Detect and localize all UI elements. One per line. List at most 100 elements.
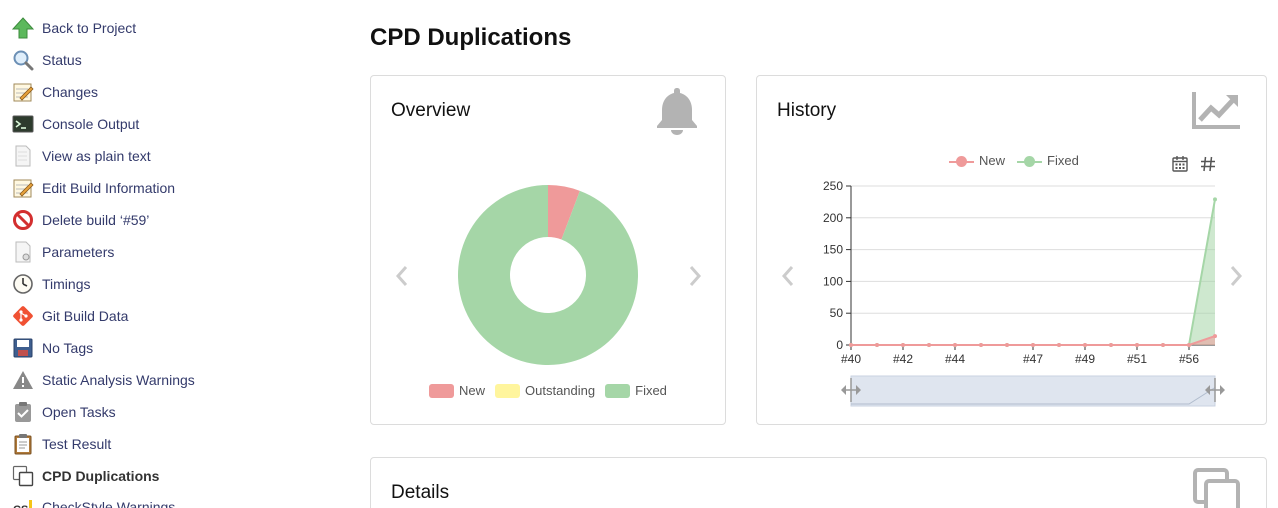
y-tick-label: 150 — [823, 243, 843, 257]
document-icon — [11, 240, 35, 264]
clipboard-icon — [11, 432, 35, 456]
sidebar-item-label: Console Output — [42, 116, 140, 132]
sidebar-item-no-tags[interactable]: No Tags — [11, 334, 93, 362]
sidebar-item-delete-build[interactable]: Delete build ‘#59’ — [11, 206, 149, 234]
sidebar-item-label: CPD Duplications — [42, 468, 160, 484]
data-point-new[interactable] — [1031, 343, 1035, 347]
sidebar: Back to Project Status Changes Console O… — [0, 0, 250, 508]
legend-item-new[interactable]: New — [429, 383, 485, 398]
x-tick-label: #40 — [841, 352, 861, 366]
legend-marker — [1017, 155, 1043, 167]
chevron-right-icon — [689, 266, 702, 286]
sidebar-item-checkstyle-warnings[interactable]: CS CheckStyle Warnings — [11, 493, 175, 508]
data-point-new[interactable] — [1187, 343, 1191, 347]
sidebar-item-label: View as plain text — [42, 148, 151, 164]
legend-item-fixed[interactable]: Fixed — [1017, 153, 1079, 168]
data-point-new[interactable] — [1083, 343, 1087, 347]
legend-label: New — [459, 383, 486, 398]
sidebar-item-label: Open Tasks — [42, 404, 116, 420]
no-entry-icon — [11, 208, 35, 232]
bell-icon — [654, 86, 700, 141]
data-point-new[interactable] — [875, 343, 879, 347]
overview-prev-arrow[interactable] — [392, 262, 412, 290]
up-arrow-icon — [11, 16, 35, 40]
git-icon — [11, 304, 35, 328]
sidebar-item-label: Edit Build Information — [42, 180, 176, 196]
sidebar-item-back-to-project[interactable]: Back to Project — [11, 14, 136, 42]
data-point-new[interactable] — [1161, 343, 1165, 347]
sidebar-item-label: Test Result — [42, 436, 112, 452]
x-tick-label: #56 — [1179, 352, 1199, 366]
save-icon — [11, 336, 35, 360]
overview-legend: New Outstanding Fixed — [429, 383, 677, 398]
sidebar-item-view-as-plain-text[interactable]: View as plain text — [11, 142, 151, 170]
data-point-new[interactable] — [1213, 334, 1217, 339]
sidebar-item-open-tasks[interactable]: Open Tasks — [11, 398, 116, 426]
warning-icon — [11, 368, 35, 392]
history-legend: New Fixed — [949, 153, 1091, 168]
sidebar-item-label: Parameters — [42, 244, 115, 260]
series-area-fixed — [851, 199, 1215, 345]
x-tick-label: #44 — [945, 352, 965, 366]
legend-item-outstanding[interactable]: Outstanding — [495, 383, 595, 398]
sidebar-item-label: No Tags — [42, 340, 94, 356]
data-point-new[interactable] — [979, 343, 983, 347]
page-title: CPD Duplications — [370, 24, 572, 51]
chevron-left-icon — [395, 266, 408, 286]
copy-icon — [1192, 467, 1242, 508]
legend-swatch — [429, 383, 454, 398]
sidebar-item-test-result[interactable]: Test Result — [11, 430, 111, 458]
donut-slice-fixed[interactable] — [458, 185, 638, 365]
document-icon — [11, 144, 35, 168]
legend-label: Fixed — [1047, 153, 1079, 168]
sidebar-item-label: Static Analysis Warnings — [42, 372, 195, 388]
legend-item-fixed[interactable]: Fixed — [605, 383, 667, 398]
data-point-new[interactable] — [1109, 343, 1113, 347]
x-tick-label: #42 — [893, 352, 913, 366]
x-tick-label: #47 — [1023, 352, 1043, 366]
sidebar-item-parameters[interactable]: Parameters — [11, 238, 114, 266]
notepad-icon — [11, 176, 35, 200]
sidebar-item-cpd-duplications[interactable]: CPD Duplications — [11, 462, 159, 490]
sidebar-item-label: Git Build Data — [42, 308, 129, 324]
details-card: Details — [370, 457, 1267, 508]
copy-icon — [11, 464, 35, 488]
legend-item-new[interactable]: New — [949, 153, 1005, 168]
sidebar-item-console-output[interactable]: Console Output — [11, 110, 139, 138]
sidebar-item-status[interactable]: Status — [11, 46, 82, 74]
checkstyle-icon: CS — [11, 495, 35, 508]
data-point-new[interactable] — [1057, 343, 1061, 347]
legend-swatch — [605, 383, 631, 398]
zoom-slider[interactable] — [850, 375, 1216, 407]
sidebar-item-edit-build-information[interactable]: Edit Build Information — [11, 174, 175, 202]
sidebar-item-label: Timings — [42, 276, 91, 292]
y-tick-label: 0 — [836, 338, 843, 352]
magnifier-icon — [11, 48, 35, 72]
history-card: History New Fixed 0 50 100 150 200 250 #40 #42 #… — [756, 75, 1267, 425]
notepad-icon — [11, 80, 35, 104]
data-point-fixed[interactable] — [1213, 197, 1217, 202]
y-tick-label: 250 — [823, 179, 843, 193]
sidebar-item-git-build-data[interactable]: Git Build Data — [11, 302, 128, 330]
sidebar-item-label: Status — [42, 52, 82, 68]
sidebar-item-static-analysis-warnings[interactable]: Static Analysis Warnings — [11, 366, 195, 394]
data-point-new[interactable] — [901, 343, 905, 347]
legend-marker — [949, 155, 974, 167]
data-point-new[interactable] — [1135, 343, 1139, 347]
sidebar-item-changes[interactable]: Changes — [11, 78, 98, 106]
clock-icon — [11, 272, 35, 296]
legend-label: Fixed — [635, 383, 667, 398]
data-point-new[interactable] — [849, 343, 853, 347]
trend-chart-icon — [1192, 90, 1242, 135]
sidebar-item-label: Changes — [42, 84, 99, 100]
legend-swatch — [495, 383, 521, 398]
overview-donut-chart — [458, 185, 638, 365]
clipboard-check-icon — [11, 400, 35, 424]
overview-next-arrow[interactable] — [685, 262, 705, 290]
data-point-new[interactable] — [1005, 343, 1009, 347]
x-tick-label: #49 — [1075, 352, 1095, 366]
sidebar-item-timings[interactable]: Timings — [11, 270, 91, 298]
data-point-new[interactable] — [953, 343, 957, 347]
y-tick-label: 100 — [823, 274, 843, 288]
data-point-new[interactable] — [927, 343, 931, 347]
